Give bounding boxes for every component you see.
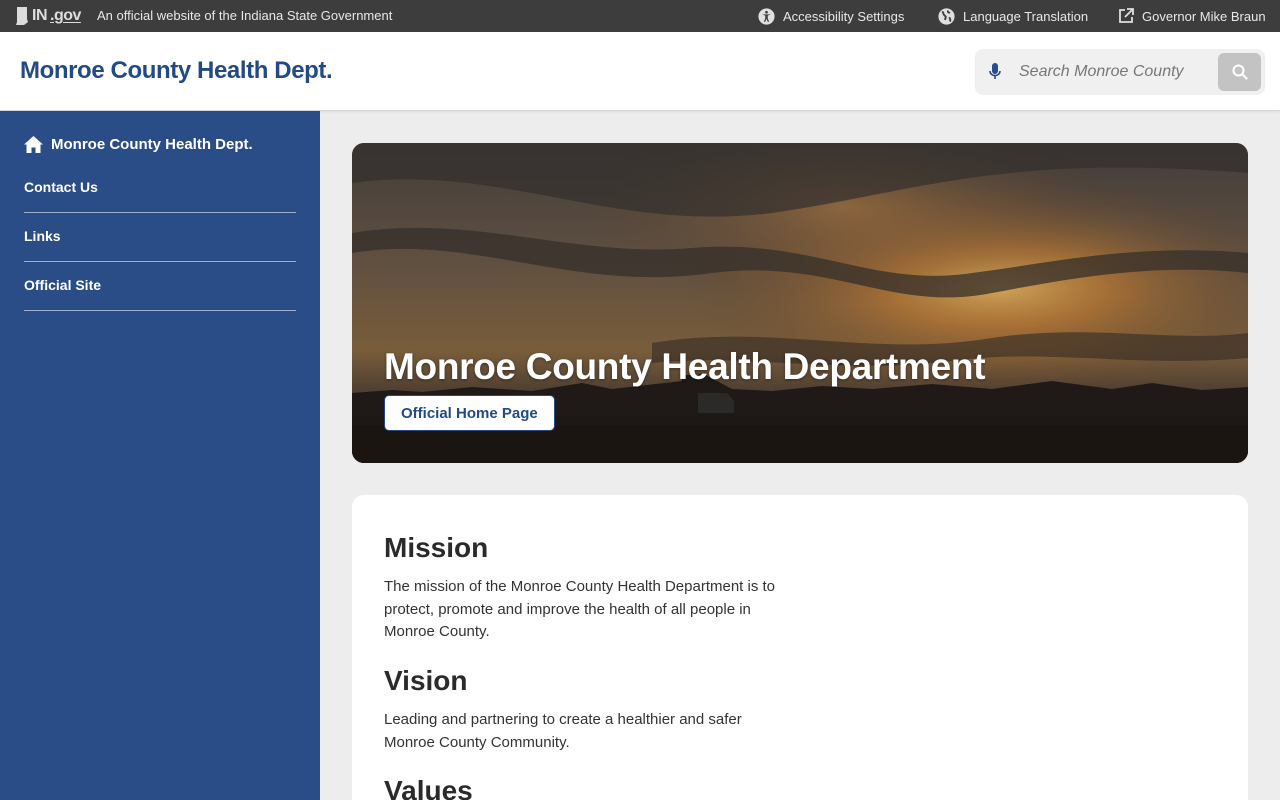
search-box — [975, 49, 1265, 95]
language-translation-link[interactable]: Language Translation — [938, 6, 1088, 26]
accessibility-settings-label: Accessibility Settings — [783, 8, 905, 24]
microphone-icon[interactable] — [989, 63, 1001, 81]
content-card: Mission The mission of the Monroe County… — [352, 495, 1248, 800]
governor-link[interactable]: Governor Mike Braun — [1118, 6, 1266, 26]
official-home-page-button[interactable]: Official Home Page — [384, 395, 555, 431]
search-input[interactable] — [1019, 59, 1191, 85]
sidebar-home-link[interactable]: Monroe County Health Dept. — [24, 136, 253, 153]
mission-text: The mission of the Monroe County Health … — [384, 578, 776, 640]
external-link-icon — [1119, 8, 1134, 23]
indiana-state-icon — [16, 7, 28, 25]
sidebar-nav: Monroe County Health Dept. Contact Us Li… — [0, 111, 320, 800]
logo-in-text: IN — [32, 7, 48, 24]
home-icon — [24, 136, 43, 153]
official-website-notice: An official website of the Indiana State… — [97, 8, 393, 23]
sidebar-home-label: Monroe County Health Dept. — [51, 136, 253, 153]
search-icon — [1232, 64, 1248, 80]
vision-text: Leading and partnering to create a healt… — [384, 711, 742, 751]
sidebar-item-contact-us[interactable]: Contact Us — [24, 164, 296, 213]
governor-label: Governor Mike Braun — [1142, 8, 1266, 24]
site-title[interactable]: Monroe County Health Dept. — [20, 57, 333, 85]
site-header: Monroe County Health Dept. — [0, 32, 1280, 111]
in-gov-logo[interactable]: IN .gov — [15, 6, 81, 26]
sidebar-item-official-site[interactable]: Official Site — [24, 262, 296, 311]
search-button[interactable] — [1218, 53, 1261, 91]
sidebar-list: Contact Us Links Official Site — [24, 164, 296, 311]
hero-banner: Monroe County Health Department Official… — [352, 143, 1248, 463]
logo-gov-text: .gov — [50, 7, 81, 24]
accessibility-icon — [758, 7, 775, 25]
mission-heading: Mission — [384, 532, 489, 563]
sidebar-item-links[interactable]: Links — [24, 213, 296, 262]
language-translation-label: Language Translation — [963, 8, 1089, 24]
values-heading: Values — [384, 775, 473, 800]
globe-icon — [938, 7, 955, 25]
hero-title: Monroe County Health Department — [384, 346, 986, 387]
vision-heading: Vision — [384, 665, 468, 696]
accessibility-settings-link[interactable]: Accessibility Settings — [758, 6, 904, 26]
state-bar: IN .gov An official website of the Indian… — [0, 0, 1280, 32]
